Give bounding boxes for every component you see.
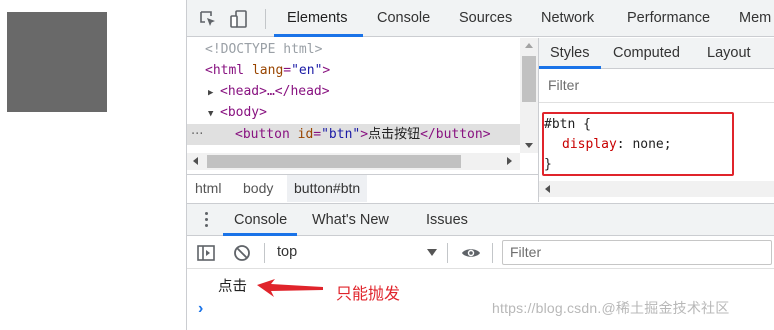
more-actions-icon[interactable]: ··· bbox=[191, 124, 203, 145]
gray-square bbox=[7, 12, 107, 112]
annotation-arrow-icon bbox=[257, 279, 323, 297]
styles-filter-input[interactable] bbox=[548, 77, 748, 93]
eye-icon[interactable] bbox=[461, 243, 481, 263]
tab-layout[interactable]: Layout bbox=[707, 38, 751, 69]
console-toolbar: top bbox=[187, 236, 774, 269]
styles-horizontal-scrollbar[interactable] bbox=[539, 181, 774, 197]
active-tab-indicator bbox=[274, 34, 363, 37]
button-tag: <button bbox=[235, 127, 290, 142]
inspect-element-icon[interactable] bbox=[198, 9, 218, 29]
tag-close-bracket: > bbox=[322, 63, 331, 78]
drawer-tab-whats-new[interactable]: What's New bbox=[312, 204, 389, 236]
tab-styles[interactable]: Styles bbox=[550, 38, 590, 69]
console-filter-field[interactable] bbox=[502, 240, 772, 265]
devtools-tabbar: Elements Console Sources Network Perform… bbox=[187, 0, 774, 37]
console-filter-input[interactable] bbox=[510, 244, 760, 260]
scroll-thumb[interactable] bbox=[207, 155, 461, 168]
tab-network[interactable]: Network bbox=[541, 0, 594, 37]
breadcrumb-button[interactable]: button#btn bbox=[287, 175, 368, 202]
styles-subtabs: Styles Computed Layout bbox=[539, 38, 774, 69]
breadcrumb-html[interactable]: html bbox=[195, 175, 221, 202]
breadcrumb: html body button#btn bbox=[187, 174, 538, 202]
toolbar-separator bbox=[492, 243, 493, 263]
dom-head-line[interactable]: ▶ <head>…</head> bbox=[187, 81, 520, 102]
dom-tree: <!DOCTYPE html> <html lang="en"> ▶ <head>… bbox=[187, 38, 538, 171]
inspected-page bbox=[0, 0, 186, 330]
equals-sign: = bbox=[283, 63, 292, 78]
console-prompt-icon[interactable]: › bbox=[198, 300, 203, 318]
collapse-triangle-icon[interactable]: ▼ bbox=[208, 104, 220, 125]
scroll-left-icon[interactable] bbox=[193, 157, 198, 165]
html-attr-name: lang bbox=[251, 63, 284, 78]
toolbar-separator bbox=[264, 243, 265, 263]
drawer-tabbar: Console What's New Issues bbox=[187, 203, 774, 236]
clear-console-icon[interactable] bbox=[232, 243, 252, 263]
annotation-text: 只能抛发 bbox=[336, 286, 401, 303]
more-tools-icon[interactable] bbox=[205, 212, 209, 228]
tab-computed[interactable]: Computed bbox=[613, 38, 680, 69]
chevron-down-icon[interactable] bbox=[427, 249, 437, 256]
tab-elements[interactable]: Elements bbox=[287, 0, 347, 37]
button-close-tag: </button> bbox=[420, 127, 491, 142]
dom-button-line[interactable]: ··· <button id="btn">点击按钮</button> bbox=[187, 124, 520, 145]
button-attr-value: "btn" bbox=[321, 127, 361, 142]
drawer-tab-issues[interactable]: Issues bbox=[426, 204, 468, 236]
dom-doctype-line[interactable]: <!DOCTYPE html> bbox=[187, 39, 520, 60]
toolbar-separator bbox=[265, 9, 266, 29]
tab-performance[interactable]: Performance bbox=[627, 0, 710, 37]
button-attr-name: id bbox=[297, 127, 314, 142]
console-log-message: 点击 bbox=[218, 279, 247, 295]
dom-horizontal-scrollbar[interactable] bbox=[187, 153, 520, 170]
doctype-text: <!DOCTYPE html> bbox=[205, 42, 323, 57]
sidebar-toggle-icon[interactable] bbox=[196, 243, 216, 263]
equals-sign: = bbox=[313, 127, 322, 142]
tab-sources[interactable]: Sources bbox=[459, 0, 512, 37]
dom-html-line[interactable]: <html lang="en"> bbox=[187, 60, 520, 81]
expand-triangle-icon[interactable]: ▶ bbox=[208, 83, 220, 104]
scroll-right-icon[interactable] bbox=[507, 157, 512, 165]
body-tag: <body> bbox=[220, 105, 267, 120]
context-selector[interactable]: top bbox=[277, 236, 297, 269]
annotation-highlight-box bbox=[542, 112, 734, 176]
html-tag: <html bbox=[205, 63, 245, 78]
button-text-node: 点击按钮 bbox=[368, 127, 421, 142]
html-attr-value: "en" bbox=[291, 63, 323, 78]
breadcrumb-body[interactable]: body bbox=[243, 175, 273, 202]
styles-filter-row bbox=[539, 69, 774, 103]
drawer-tab-console[interactable]: Console bbox=[234, 204, 287, 236]
watermark: https://blog.csdn.@稀土掘金技术社区 bbox=[492, 300, 730, 316]
scroll-left-icon[interactable] bbox=[545, 185, 550, 193]
head-tag: <head>…</head> bbox=[220, 84, 330, 99]
tab-console[interactable]: Console bbox=[377, 0, 430, 37]
dom-vertical-scrollbar[interactable] bbox=[520, 38, 538, 153]
toolbar-separator bbox=[447, 243, 448, 263]
tag-close-bracket: > bbox=[360, 127, 369, 142]
styles-pane: Styles Computed Layout #btn { display: n… bbox=[538, 38, 774, 202]
device-toolbar-icon[interactable] bbox=[229, 9, 249, 29]
scroll-up-icon[interactable] bbox=[525, 43, 533, 48]
scroll-thumb[interactable] bbox=[522, 56, 536, 102]
dom-body-line[interactable]: ▼ <body> bbox=[187, 102, 520, 123]
scroll-down-icon[interactable] bbox=[525, 143, 533, 148]
tab-memory[interactable]: Mem bbox=[739, 0, 771, 37]
